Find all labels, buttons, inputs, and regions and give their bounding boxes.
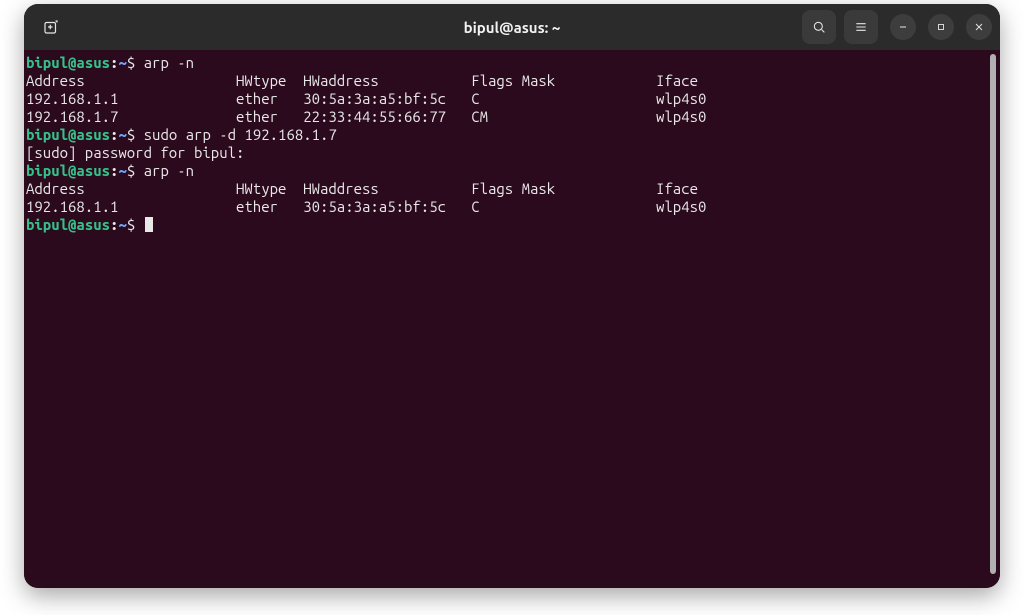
- new-tab-icon: [42, 18, 60, 36]
- terminal-window: bipul@asus: ~: [24, 4, 1000, 588]
- new-tab-button[interactable]: [34, 10, 68, 44]
- close-icon: [973, 21, 985, 33]
- arp2-header: Address HWtype HWaddress Flags Mask Ifac…: [26, 180, 698, 197]
- cursor: [145, 217, 153, 232]
- prompt-dollar: $: [127, 54, 135, 71]
- search-icon: [811, 19, 827, 35]
- prompt-path: ~: [118, 126, 126, 143]
- arp2-row-1: 192.168.1.1 ether 30:5a:3a:a5:bf:5c C wl…: [26, 198, 706, 215]
- prompt-path: ~: [118, 54, 126, 71]
- terminal-area: bipul@asus:~$ arp -n Address HWtype HWad…: [24, 50, 1000, 588]
- arp1-row-2: 192.168.1.7 ether 22:33:44:55:66:77 CM w…: [26, 108, 706, 125]
- prompt-host: asus: [76, 162, 110, 179]
- prompt-user: bipul: [26, 216, 68, 233]
- menu-button[interactable]: [844, 10, 878, 44]
- prompt-dollar: $: [127, 126, 135, 143]
- arp1-row-1: 192.168.1.1 ether 30:5a:3a:a5:bf:5c C wl…: [26, 90, 706, 107]
- search-button[interactable]: [802, 10, 836, 44]
- command-3: arp -n: [144, 162, 194, 179]
- prompt-host: asus: [76, 126, 110, 143]
- maximize-button[interactable]: [928, 14, 954, 40]
- prompt-path: ~: [118, 162, 126, 179]
- prompt-dollar: $: [127, 162, 135, 179]
- hamburger-icon: [853, 19, 869, 35]
- maximize-icon: [935, 21, 947, 33]
- minimize-button[interactable]: [890, 14, 916, 40]
- titlebar: bipul@asus: ~: [24, 4, 1000, 50]
- command-2: sudo arp -d 192.168.1.7: [144, 126, 337, 143]
- sudo-prompt: [sudo] password for bipul:: [26, 144, 253, 161]
- scrollbar-thumb[interactable]: [990, 54, 996, 574]
- close-button[interactable]: [966, 14, 992, 40]
- minimize-icon: [897, 21, 909, 33]
- arp1-header: Address HWtype HWaddress Flags Mask Ifac…: [26, 72, 698, 89]
- prompt-user: bipul: [26, 126, 68, 143]
- prompt-path: ~: [118, 216, 126, 233]
- prompt-host: asus: [76, 216, 110, 233]
- terminal-output[interactable]: bipul@asus:~$ arp -n Address HWtype HWad…: [24, 50, 986, 588]
- titlebar-right-group: [800, 10, 992, 44]
- prompt-user: bipul: [26, 162, 68, 179]
- prompt-dollar: $: [127, 216, 135, 233]
- command-1: arp -n: [144, 54, 194, 71]
- prompt-user: bipul: [26, 54, 68, 71]
- scrollbar[interactable]: [986, 50, 1000, 588]
- prompt-host: asus: [76, 54, 110, 71]
